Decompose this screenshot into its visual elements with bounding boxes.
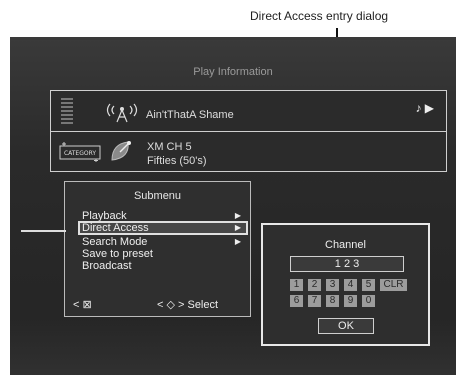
ok-button[interactable]: OK	[318, 318, 374, 334]
submenu-panel: Submenu Playback ▶ Direct Access ▶ Searc…	[64, 181, 251, 317]
submenu-title: Submenu	[133, 190, 182, 202]
key-clr[interactable]: CLR	[380, 279, 407, 291]
submenu-item-broadcast[interactable]: Broadcast	[82, 260, 247, 272]
submenu-item-label: Search Mode	[82, 236, 148, 248]
channel-name: Fifties (50's)	[147, 155, 207, 167]
submenu-item-direct-access[interactable]: Direct Access ▶	[78, 221, 248, 235]
submenu-item-label: Save to preset	[82, 248, 153, 260]
submenu-item-playback[interactable]: Playback ▶	[82, 210, 247, 222]
submenu-item-save-to-preset[interactable]: Save to preset	[82, 248, 247, 260]
dialog-title: Channel	[325, 239, 366, 251]
antenna-icon	[105, 99, 139, 128]
svg-text:CATEGORY: CATEGORY	[64, 150, 96, 157]
channel-input[interactable]: 1 2 3	[290, 256, 404, 272]
key-5[interactable]: 5	[362, 279, 375, 291]
key-0[interactable]: 0	[362, 295, 375, 307]
arrow-right-icon: ▶	[234, 211, 241, 220]
submenu-item-search-mode[interactable]: Search Mode ▶	[82, 236, 247, 248]
song-row: Ain'tThatA Shame ♪ ▶	[51, 91, 446, 132]
key-4[interactable]: 4	[344, 279, 357, 291]
key-9[interactable]: 9	[344, 295, 357, 307]
key-6[interactable]: 6	[290, 295, 303, 307]
back-hint: < ⊠	[73, 299, 92, 311]
arrow-right-icon: ▶	[234, 223, 241, 232]
screen-title: Play Information	[193, 66, 273, 78]
submenu-item-label: Playback	[82, 210, 127, 222]
key-8[interactable]: 8	[326, 295, 339, 307]
direct-access-dialog: Channel 1 2 3 1 2 3 4 5 CLR 6 7 8 9 0 OK	[261, 223, 430, 346]
submenu-item-label: Direct Access	[82, 222, 149, 234]
play-information-screen: Play Information Ain'tThatA Shame ♪ ▶ CA…	[10, 37, 456, 375]
channel-row: CATEGORY XM CH 5 Fifties (50's)	[51, 131, 446, 171]
key-2[interactable]: 2	[308, 279, 321, 291]
arrow-right-icon: ▶	[234, 237, 241, 246]
select-hint: < ◇ > Select	[157, 299, 219, 311]
key-7[interactable]: 7	[308, 295, 321, 307]
submenu-item-label: Broadcast	[82, 260, 132, 272]
song-title: Ain'tThatA Shame	[146, 109, 234, 121]
play-status-icon: ♪ ▶	[415, 101, 434, 115]
key-1[interactable]: 1	[290, 279, 303, 291]
selection-pointer-line	[21, 230, 66, 232]
channel-number: XM CH 5	[147, 141, 192, 153]
category-icon: CATEGORY	[59, 141, 101, 168]
now-playing-panel: Ain'tThatA Shame ♪ ▶ CATEGORY XM CH 5 Fi…	[50, 90, 447, 172]
signal-level-icon	[61, 98, 73, 124]
satellite-icon	[109, 138, 135, 169]
callout-label: Direct Access entry dialog	[250, 9, 389, 23]
key-3[interactable]: 3	[326, 279, 339, 291]
